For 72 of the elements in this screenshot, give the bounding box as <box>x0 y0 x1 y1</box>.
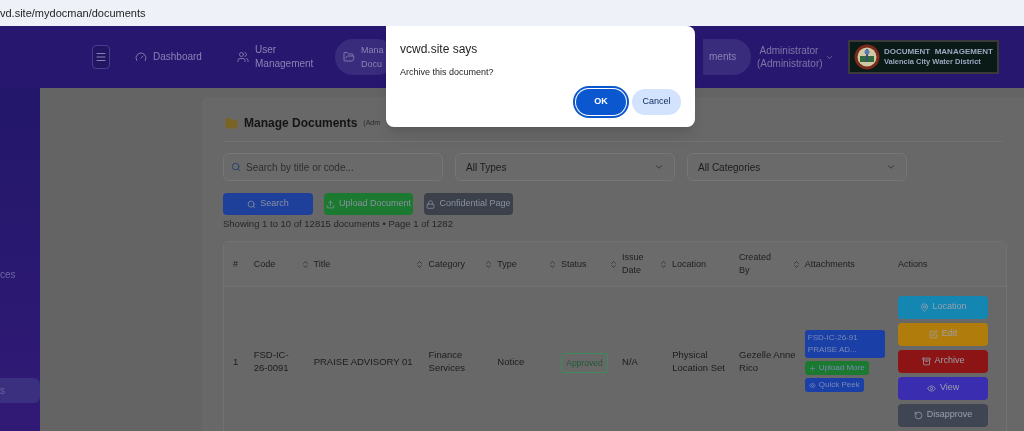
search-icon <box>231 162 241 172</box>
menu-button[interactable] <box>92 45 110 69</box>
ok-button[interactable]: OK <box>576 88 626 115</box>
table-cell-text: Notice <box>497 354 526 368</box>
archive-button[interactable]: Archive <box>898 349 989 373</box>
column-header[interactable]: Type <box>497 257 558 271</box>
menu-icon <box>95 51 107 63</box>
column-header: Actions <box>897 257 929 271</box>
seal-logo-icon <box>854 44 880 70</box>
address-bar-url[interactable]: vd.site/mydocman/documents <box>0 4 146 22</box>
undo-icon <box>913 410 923 420</box>
filter-select[interactable]: All Categories <box>687 153 907 181</box>
sort-icon[interactable] <box>300 259 310 269</box>
results-summary: Showing 1 to 10 of 12815 documents • Page 1 of 1282 <box>223 217 454 231</box>
column-header[interactable]: Code <box>253 257 310 271</box>
eye-icon <box>808 381 816 389</box>
eye-icon <box>926 383 936 393</box>
search-button[interactable]: Search <box>223 193 313 215</box>
column-header[interactable]: Category <box>428 257 494 271</box>
sort-icon[interactable] <box>608 259 618 269</box>
user-name[interactable]: Administrator (Administrator) <box>757 44 821 70</box>
pin-icon <box>919 302 929 312</box>
table-cell-text: N/A <box>622 354 639 368</box>
folder-icon <box>343 51 355 63</box>
location-button[interactable]: Location <box>898 295 989 319</box>
table-cell-text: PRAISE ADVISORY 01 <box>313 354 414 368</box>
sort-icon[interactable] <box>791 259 801 269</box>
table-cell-text: Gezelle Anne Rico <box>739 348 797 374</box>
column-header: # <box>233 257 239 271</box>
disapprove-button[interactable]: Disapprove <box>898 403 989 427</box>
quick-peek-button[interactable]: Quick Peek <box>804 378 864 392</box>
column-header[interactable]: Issue Date <box>621 251 669 277</box>
attachment-link[interactable]: FSD-IC-26-91 PRAISE AD... <box>804 330 885 358</box>
column-header[interactable]: Title <box>313 257 425 271</box>
sort-icon[interactable] <box>548 259 558 269</box>
sidebar-item[interactable]: ces <box>0 262 40 287</box>
table-cell-text: Physical Location Set <box>672 348 726 374</box>
cancel-button[interactable]: Cancel <box>632 88 681 115</box>
gauge-icon <box>135 51 147 63</box>
nav-item[interactable]: Dashboard <box>127 39 209 75</box>
nav-item[interactable]: User Management <box>229 39 329 75</box>
table-cell-text: Finance Services <box>428 348 466 374</box>
archive-icon <box>921 356 931 366</box>
users-icon <box>237 51 249 63</box>
status-badge: Approved <box>561 352 608 374</box>
table-cell-text: FSD-IC-26-0091 <box>253 348 290 374</box>
column-header[interactable]: Status <box>561 257 618 271</box>
confidential-button[interactable]: Confidential Page <box>424 193 513 215</box>
sort-icon[interactable] <box>415 259 425 269</box>
sort-icon[interactable] <box>484 259 494 269</box>
nav-item[interactable]: ments <box>703 39 751 75</box>
dialog-message: Archive this document? <box>400 66 495 79</box>
filter-select[interactable]: All Types <box>455 153 675 181</box>
folder-icon <box>225 116 238 130</box>
chevron-down-icon <box>886 162 896 172</box>
table-cell-text: 1 <box>233 354 240 368</box>
lock-icon <box>426 199 436 209</box>
plus-icon <box>808 364 816 372</box>
upload-more-button[interactable]: Upload More <box>804 361 869 375</box>
edit-icon <box>928 329 938 339</box>
column-header: Attachments <box>804 257 856 271</box>
column-header[interactable]: Created By <box>738 251 801 277</box>
column-header: Location <box>672 257 708 271</box>
upload-icon <box>325 199 335 209</box>
logo-title: DOCUMENT MANAGEMENT <box>884 47 993 57</box>
card-title: Manage Documents <box>244 115 358 132</box>
dialog-title: vcwd.site says <box>400 41 479 58</box>
sort-icon[interactable] <box>659 259 669 269</box>
search-icon <box>247 199 257 209</box>
upload-button[interactable]: Upload Document <box>324 193 413 215</box>
view-button[interactable]: View <box>898 376 989 400</box>
chevron-down-icon <box>654 162 664 172</box>
